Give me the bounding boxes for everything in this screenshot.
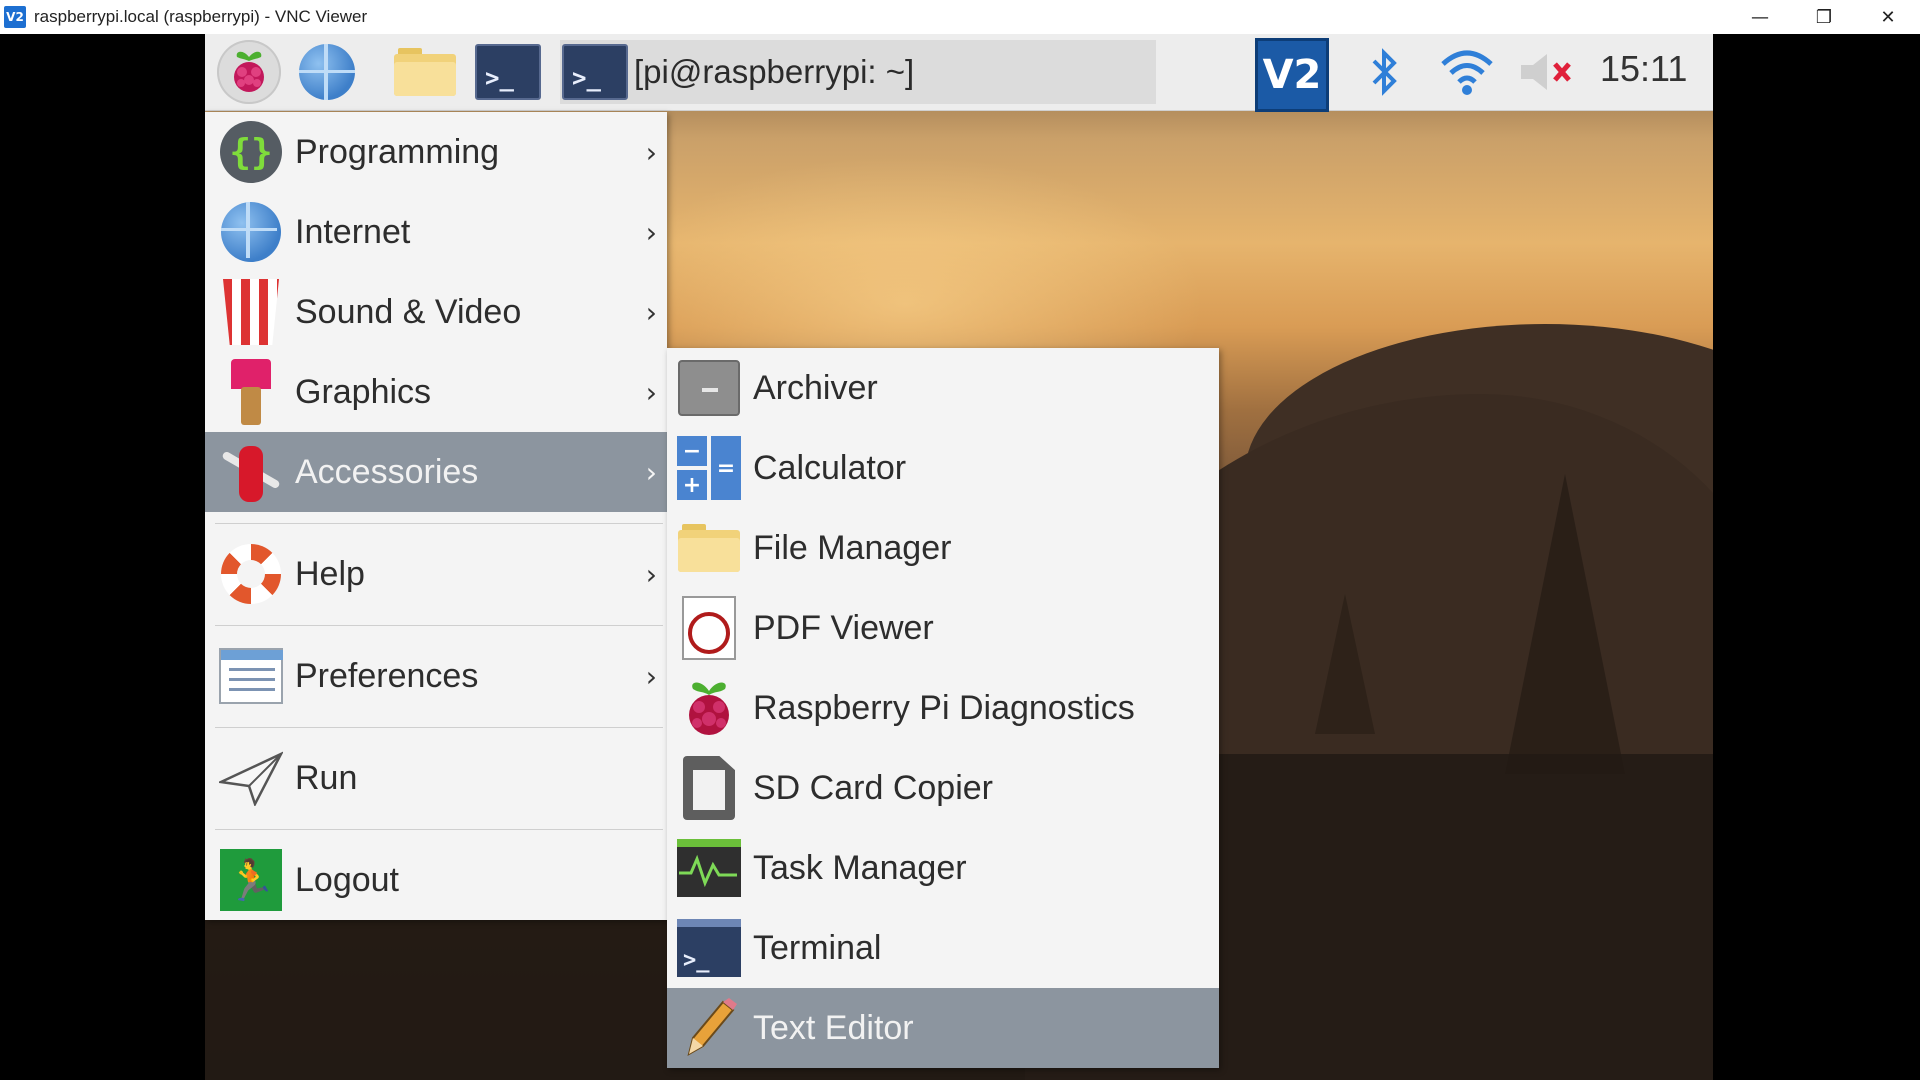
vnc-app-icon: V2	[4, 6, 26, 28]
submenu-item-label: PDF Viewer	[753, 608, 934, 647]
paintbrush-icon	[231, 359, 271, 425]
settings-panel-icon	[219, 648, 283, 704]
main-menu: {} Programming › Internet › Sound & Vide…	[205, 112, 667, 920]
submenu-item-pdf-viewer[interactable]: PDF Viewer	[667, 588, 1219, 668]
submenu-item-label: Raspberry Pi Diagnostics	[753, 688, 1135, 727]
folder-icon	[394, 48, 456, 96]
globe-icon	[299, 44, 355, 100]
menu-separator	[205, 614, 667, 636]
menu-item-label: Programming	[295, 132, 500, 171]
chevron-right-icon: ›	[645, 136, 657, 169]
menu-separator	[205, 818, 667, 840]
wallpaper-temple	[1315, 594, 1375, 734]
chevron-right-icon: ›	[645, 456, 657, 489]
menu-item-help[interactable]: Help ›	[205, 534, 667, 614]
submenu-item-calculator[interactable]: − = + Calculator	[667, 428, 1219, 508]
terminal-icon: >_	[677, 919, 741, 977]
wifi-icon[interactable]	[1437, 48, 1497, 96]
braces-icon: {}	[220, 121, 282, 183]
terminal-icon: >_	[562, 44, 628, 100]
restore-button[interactable]: ❐	[1792, 0, 1856, 34]
volume-muted-icon[interactable]	[1517, 48, 1577, 96]
minimize-button[interactable]: —	[1728, 0, 1792, 34]
accessories-submenu: Archiver − = + Calculator File Manager PDF…	[667, 348, 1219, 1068]
submenu-item-archiver[interactable]: Archiver	[667, 348, 1219, 428]
chevron-right-icon: ›	[645, 376, 657, 409]
submenu-item-file-manager[interactable]: File Manager	[667, 508, 1219, 588]
submenu-item-label: SD Card Copier	[753, 768, 993, 807]
browser-launcher[interactable]	[295, 41, 359, 103]
submenu-item-rpi-diagnostics[interactable]: Raspberry Pi Diagnostics	[667, 668, 1219, 748]
pencil-icon	[687, 998, 737, 1057]
menu-item-label: Accessories	[295, 452, 479, 491]
menu-item-label: Run	[295, 758, 358, 797]
taskbar-window-terminal[interactable]: >_ [pi@raspberrypi: ~]	[560, 40, 1156, 104]
task-monitor-icon	[677, 839, 741, 897]
folder-icon	[678, 524, 740, 572]
menu-item-preferences[interactable]: Preferences ›	[205, 636, 667, 716]
chevron-right-icon: ›	[645, 660, 657, 693]
menu-item-graphics[interactable]: Graphics ›	[205, 352, 667, 432]
taskbar-panel: >_ >_ [pi@raspberrypi: ~] V2 15:11	[205, 34, 1713, 112]
submenu-item-label: Task Manager	[753, 848, 967, 887]
swiss-knife-icon	[219, 440, 283, 504]
wallpaper-temple	[1505, 474, 1625, 774]
chevron-right-icon: ›	[645, 216, 657, 249]
submenu-item-sd-card-copier[interactable]: SD Card Copier	[667, 748, 1219, 828]
remote-desktop[interactable]: >_ >_ [pi@raspberrypi: ~] V2 15:11 {} Pr…	[205, 34, 1713, 1080]
file-manager-launcher[interactable]	[390, 41, 460, 103]
vnc-window-titlebar: V2 raspberrypi.local (raspberrypi) - VNC…	[0, 0, 1920, 36]
menu-separator	[205, 716, 667, 738]
chevron-right-icon: ›	[645, 558, 657, 591]
submenu-item-label: Terminal	[753, 928, 882, 967]
menu-item-programming[interactable]: {} Programming ›	[205, 112, 667, 192]
menu-item-label: Internet	[295, 212, 411, 251]
menu-item-label: Help	[295, 554, 365, 593]
submenu-item-label: File Manager	[753, 528, 952, 567]
archive-box-icon	[678, 360, 740, 416]
close-button[interactable]: ✕	[1856, 0, 1920, 34]
calculator-icon: − = +	[677, 436, 741, 500]
submenu-item-terminal[interactable]: >_ Terminal	[667, 908, 1219, 988]
vnc-server-tray-icon[interactable]: V2	[1255, 38, 1329, 112]
bluetooth-icon[interactable]	[1365, 48, 1405, 96]
popcorn-icon	[223, 279, 279, 345]
submenu-item-label: Text Editor	[753, 1008, 914, 1047]
menu-item-label: Graphics	[295, 372, 432, 411]
raspberry-icon	[234, 51, 264, 92]
window-title: raspberrypi.local (raspberrypi) - VNC Vi…	[34, 7, 368, 26]
clock[interactable]: 15:11	[1600, 48, 1687, 90]
exit-icon: 🏃	[220, 849, 282, 911]
pdf-magnifier-icon	[682, 596, 736, 660]
menu-item-sound-video[interactable]: Sound & Video ›	[205, 272, 667, 352]
globe-icon	[221, 202, 281, 262]
terminal-launcher[interactable]: >_	[473, 41, 543, 103]
submenu-item-text-editor[interactable]: Text Editor	[667, 988, 1219, 1068]
raspberry-menu-button[interactable]	[217, 40, 281, 104]
paper-plane-icon	[219, 751, 283, 806]
raspberry-icon	[689, 682, 729, 735]
menu-item-logout[interactable]: 🏃 Logout	[205, 840, 667, 920]
lifebuoy-icon	[221, 544, 281, 604]
taskbar-window-label: [pi@raspberrypi: ~]	[634, 53, 915, 90]
menu-separator	[205, 512, 667, 534]
submenu-item-task-manager[interactable]: Task Manager	[667, 828, 1219, 908]
sd-card-icon	[683, 756, 735, 820]
menu-item-label: Sound & Video	[295, 292, 522, 331]
menu-item-run[interactable]: Run	[205, 738, 667, 818]
submenu-item-label: Calculator	[753, 448, 907, 487]
submenu-item-label: Archiver	[753, 368, 878, 407]
menu-item-label: Logout	[295, 860, 399, 899]
terminal-icon: >_	[475, 44, 541, 100]
menu-item-internet[interactable]: Internet ›	[205, 192, 667, 272]
menu-item-accessories[interactable]: Accessories ›	[205, 432, 667, 512]
menu-item-label: Preferences	[295, 656, 479, 695]
chevron-right-icon: ›	[645, 296, 657, 329]
